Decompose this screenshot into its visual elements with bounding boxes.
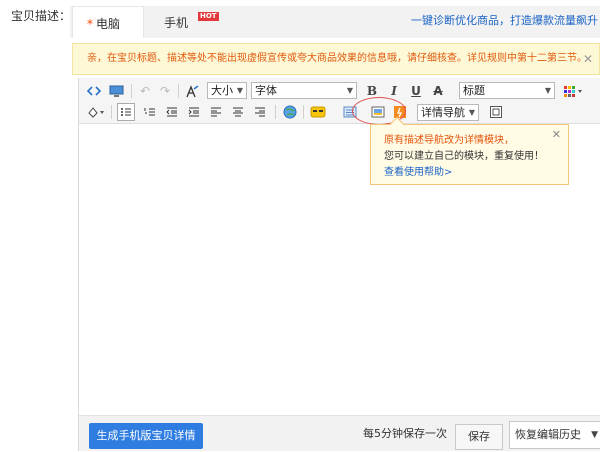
save-button[interactable]: 保存 [455,424,503,450]
underline-button[interactable]: U [409,82,423,100]
undo-icon[interactable]: ↶ [137,82,153,100]
diagnose-promo-link[interactable]: 一键诊断优化商品，打造爆款流量飙升 [411,6,598,38]
description-label: 宝贝描述： [11,9,72,23]
rich-text-editor: ↶ ↷ 大小 ▼ 字体 ▼ B I U A 标题 ▼ 详情导航 ▼ 原有描述导航… [78,78,600,451]
emoticon-icon[interactable] [309,103,327,121]
restore-history-select[interactable]: 恢复编辑历史 ▼ [509,421,600,449]
chevron-down-icon: ▼ [346,86,353,95]
format-painter-icon[interactable] [183,82,201,100]
chevron-down-icon: ▼ [236,86,243,95]
tooltip-close-icon[interactable]: ✕ [552,127,561,143]
chevron-down-icon: ▼ [544,86,551,95]
fullscreen-icon[interactable] [487,103,505,121]
tab-pc[interactable]: *电脑端 [72,6,144,65]
editor-toolbar: ↶ ↷ 大小 ▼ 字体 ▼ B I U A 标题 ▼ 详情导航 ▼ [79,78,600,125]
editor-footer: 生成手机版宝贝详情 每5分钟保存一次 保存 恢复编辑历史 ▼ [79,415,600,451]
align-left-icon[interactable] [207,103,225,121]
numbered-list-icon[interactable] [141,103,159,121]
detail-nav-label: 详情导航 [421,106,465,119]
color-grid-icon[interactable] [563,82,585,100]
heading-select[interactable]: 标题 ▼ [459,82,555,99]
restore-history-label: 恢复编辑历史 [515,428,581,441]
outdent-icon[interactable] [163,103,181,121]
autosave-text: 每5分钟保存一次 [363,427,447,440]
fill-color-icon[interactable] [85,103,107,121]
caret-down-icon: ▼ [591,430,598,440]
compliance-notice: 亲，在宝贝标题、描述等处不能出现虚假宣传或夸大商品效果的信息哦，请仔细核查。详见… [72,43,600,75]
feature-tooltip: 原有描述导航改为详情模块， 您可以建立自己的模块，重复使用！ 查看使用帮助> ✕ [370,116,569,185]
preview-monitor-icon[interactable] [107,82,125,100]
heading-label: 标题 [463,84,485,97]
bullet-list-icon[interactable] [117,103,135,121]
indent-icon[interactable] [185,103,203,121]
generate-mobile-detail-button[interactable]: 生成手机版宝贝详情 [89,423,203,449]
source-code-icon[interactable] [85,82,103,100]
font-family-label: 字体 [255,84,277,97]
align-right-icon[interactable] [251,103,269,121]
tooltip-help-link[interactable]: 查看使用帮助> [384,165,568,181]
tab-mobile[interactable]: 手机端 [150,6,212,64]
font-family-select[interactable]: 字体 ▼ [251,82,357,99]
detail-nav-select[interactable]: 详情导航 ▼ [417,104,479,121]
font-size-label: 大小 [211,84,233,97]
description-editor-wrap: *电脑端 手机端 HOT 一键诊断优化商品，打造爆款流量飙升 亲，在宝贝标题、描… [70,0,600,451]
tooltip-line1: 原有描述导航改为详情模块， [384,135,514,146]
notice-text: 亲，在宝贝标题、描述等处不能出现虚假宣传或夸大商品效果的信息哦，请仔细核查。详见… [87,53,587,64]
tooltip-line2: 您可以建立自己的模块，重复使用！ [384,151,544,162]
redo-icon[interactable]: ↷ [157,82,173,100]
required-mark: * [87,17,93,31]
notice-close-icon[interactable]: ✕ [583,44,593,74]
hot-badge: HOT [198,12,219,21]
font-size-select[interactable]: 大小 ▼ [207,82,247,99]
align-center-icon[interactable] [229,103,247,121]
strikethrough-button[interactable]: A [431,82,445,100]
chevron-down-icon: ▼ [468,108,475,117]
tabs-bar: *电脑端 手机端 HOT 一键诊断优化商品，打造爆款流量飙升 [70,6,600,65]
link-globe-icon[interactable] [281,103,299,121]
